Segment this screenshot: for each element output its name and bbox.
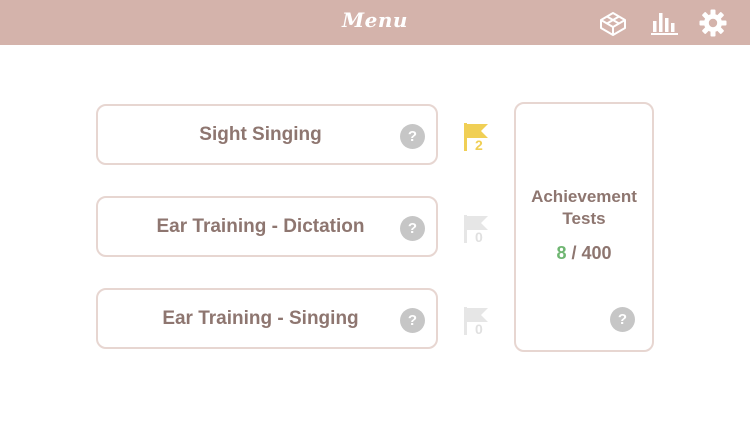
ear-training-dictation-button[interactable]: Ear Training - Dictation ?	[96, 196, 438, 257]
flag-count: 2	[475, 137, 483, 153]
store-icon[interactable]	[598, 8, 628, 38]
flag-badge: 2	[464, 123, 494, 163]
ear-training-singing-help-icon[interactable]: ?	[400, 308, 425, 333]
menu-button-label: Ear Training - Singing	[162, 308, 359, 329]
flag-count: 0	[475, 321, 483, 337]
settings-icon[interactable]	[698, 8, 728, 38]
stats-icon[interactable]	[650, 8, 680, 38]
achievement-score: 8 / 400	[516, 243, 652, 264]
achievement-title-line1: Achievement	[531, 187, 637, 206]
ear-training-singing-button[interactable]: Ear Training - Singing ?	[96, 288, 438, 349]
achievement-tests-card[interactable]: Achievement Tests 8 / 400 ?	[514, 102, 654, 352]
sight-singing-button[interactable]: Sight Singing ?	[96, 104, 438, 165]
header-bar: Menu	[0, 0, 750, 45]
achievement-help-icon[interactable]: ?	[610, 307, 635, 332]
menu-button-label: Sight Singing	[199, 124, 322, 145]
ear-training-dictation-help-icon[interactable]: ?	[400, 216, 425, 241]
achievement-title-line2: Tests	[562, 209, 606, 228]
achievement-title: Achievement Tests	[516, 186, 652, 230]
menu-button-label: Ear Training - Dictation	[156, 216, 365, 237]
page-title: Menu	[342, 8, 408, 32]
sight-singing-help-icon[interactable]: ?	[400, 124, 425, 149]
flag-badge: 0	[464, 215, 494, 255]
flag-count: 0	[475, 229, 483, 245]
flag-badge: 0	[464, 307, 494, 347]
achievement-total-count: 400	[581, 243, 612, 263]
achievement-separator: /	[566, 243, 582, 263]
achievement-completed-count: 8	[556, 243, 567, 263]
